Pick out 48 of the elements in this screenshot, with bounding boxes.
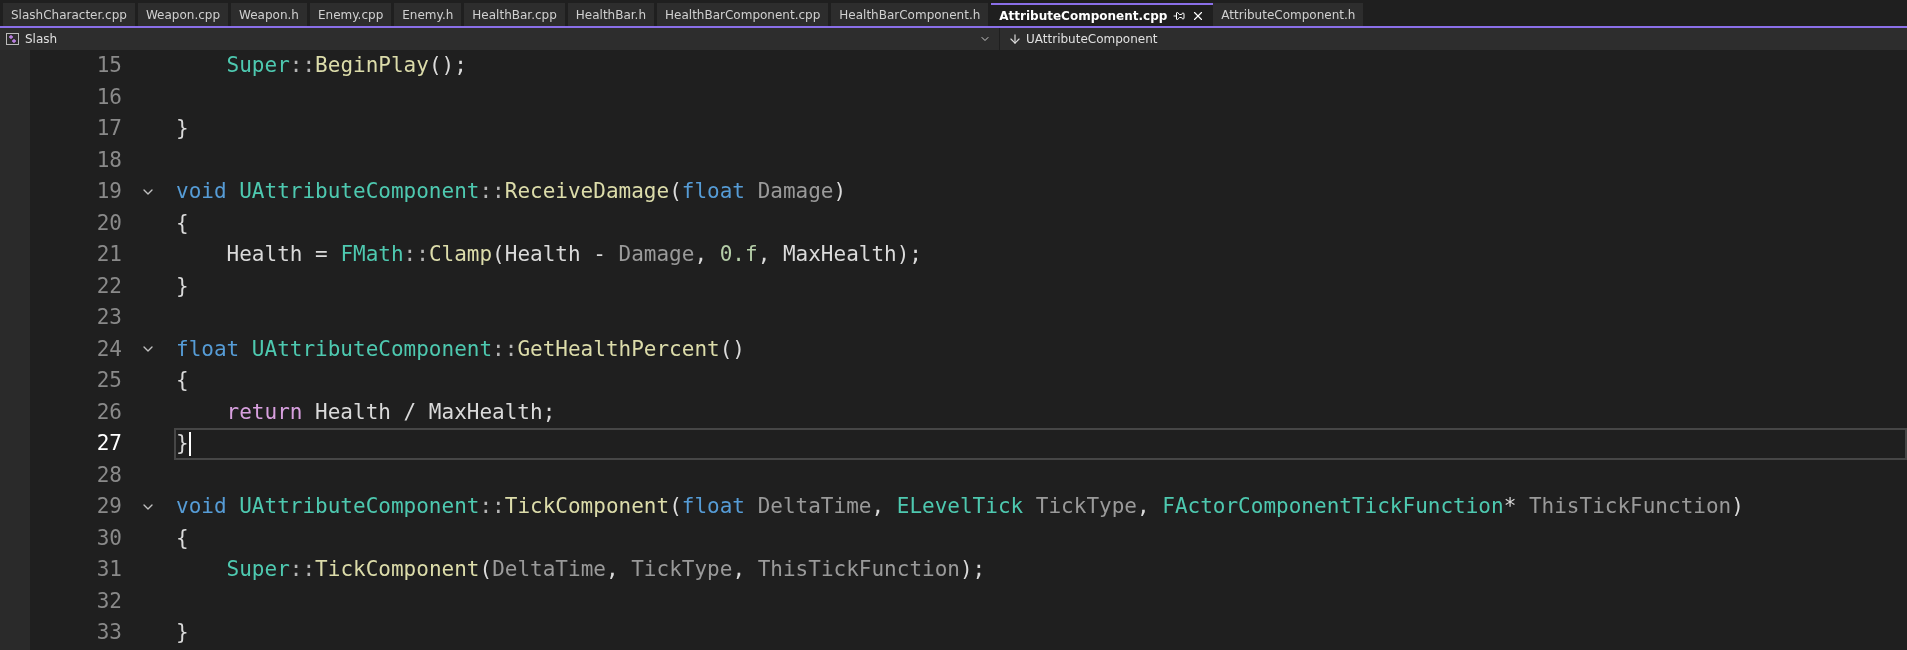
line-number: 30: [95, 524, 122, 552]
text-caret: [188, 431, 191, 456]
code-line: Health = FMath::Clamp(Health - Damage, 0.f, MaxHealth);: [225, 241, 922, 268]
line-number: 29: [95, 493, 122, 520]
file-tab[interactable]: Weapon.cpp: [137, 3, 229, 26]
file-tab[interactable]: HealthBar.h: [567, 3, 655, 26]
line-number: 26: [95, 398, 122, 426]
file-tab[interactable]: HealthBar.cpp: [464, 3, 565, 26]
code-line: }: [176, 430, 189, 457]
code-line: Super::TickComponent(DeltaTime, TickType, ThisTickFunction);: [225, 556, 986, 583]
line-number: 17: [95, 115, 122, 142]
code-line: void UAttributeComponent::ReceiveDamage(float Damage): [176, 178, 847, 205]
file-tab[interactable]: HealthBarComponent.h: [831, 3, 989, 26]
code-line: }: [176, 115, 189, 142]
line-number: 20: [95, 209, 122, 237]
file-tab[interactable]: AttributeComponent.h: [1213, 3, 1364, 26]
line-number: 24: [95, 335, 122, 363]
member-dropdown[interactable]: UAttributeComponent: [1000, 28, 1907, 50]
line-number: 19: [95, 178, 122, 205]
line-number: 16: [95, 83, 122, 111]
line-number: 27: [95, 430, 122, 457]
code-line: Super::BeginPlay();: [225, 52, 467, 79]
line-number: 31: [95, 556, 122, 583]
line-number: 28: [95, 461, 122, 489]
code-line: {: [176, 367, 189, 394]
file-tab[interactable]: SlashCharacter.cpp: [3, 3, 135, 26]
code-line: }: [176, 619, 189, 646]
code-line: }: [176, 272, 189, 300]
line-number: 33: [95, 619, 122, 646]
line-number: 23: [95, 304, 122, 331]
line-number: 15: [95, 52, 122, 79]
line-number: 21: [95, 241, 122, 268]
line-number: 32: [95, 587, 122, 615]
project-icon: [6, 33, 19, 45]
line-number: 22: [95, 272, 122, 300]
file-tab[interactable]: Enemy.h: [394, 3, 462, 26]
code-line: return Health / MaxHealth;: [225, 398, 556, 426]
file-tab[interactable]: Enemy.cpp: [309, 3, 392, 26]
code-line: {: [176, 209, 189, 237]
code-line: float UAttributeComponent::GetHealthPercent(): [176, 335, 745, 363]
line-number: 25: [95, 367, 122, 394]
pin-icon[interactable]: [1173, 9, 1186, 22]
file-tab[interactable]: AttributeComponent.cpp: [991, 3, 1214, 26]
file-tab[interactable]: Weapon.h: [231, 3, 307, 26]
code-line: {: [176, 524, 189, 552]
file-tab[interactable]: HealthBarComponent.cpp: [657, 3, 829, 26]
line-number: 18: [95, 146, 122, 174]
code-line: void UAttributeComponent::TickComponent(float DeltaTime, ELevelTick TickType, FActorComponentTickFunction* ThisTickFunction): [176, 493, 1744, 520]
